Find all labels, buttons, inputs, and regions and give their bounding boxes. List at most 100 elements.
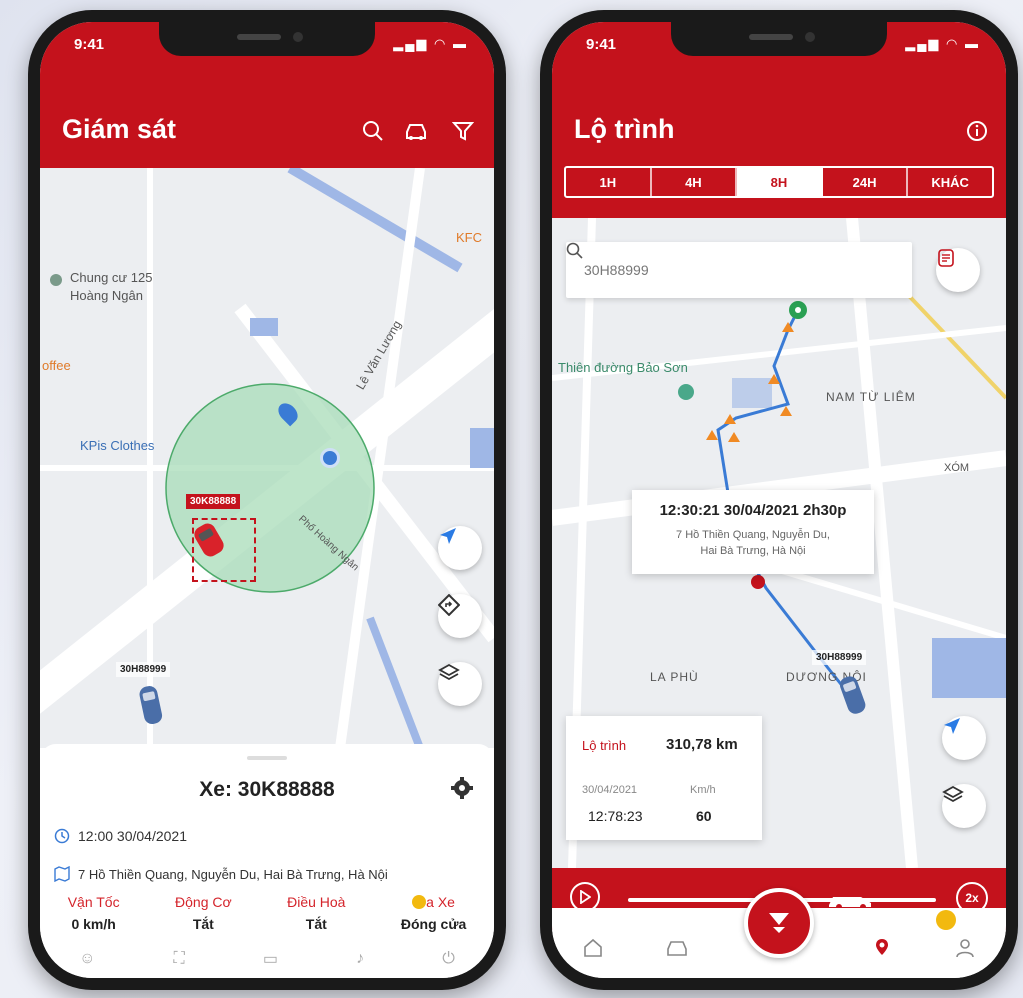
- tab-1h[interactable]: 1H: [566, 168, 652, 196]
- vehicles-icon[interactable]: [402, 116, 432, 146]
- filter-icon[interactable]: [448, 116, 478, 146]
- map-label-kpis-clothes: KPis Clothes: [80, 438, 155, 453]
- user-avatar-icon: [412, 895, 427, 909]
- search-value: 30H88999: [584, 262, 649, 278]
- navigation-arrow-icon: [944, 718, 960, 734]
- monitoring-screen: 9:41 ▂▄▆ ◠ ▬ Giám sát KFC Chung cư 125 H…: [40, 22, 494, 978]
- poi-marker-icon: [50, 274, 62, 286]
- signal-wifi-battery-icon: ▂▄▆ ◠ ▬: [393, 36, 468, 51]
- navigate-button[interactable]: [942, 716, 986, 760]
- tooltip-address-line-2: Hai Bà Trưng, Hà Nội: [700, 545, 806, 557]
- date-label: 30/04/2021: [582, 784, 638, 796]
- bottom-nav: ☺ ⛶ ▭ ♪ ⏻: [40, 940, 494, 978]
- map-label-xom: XÓM: [944, 462, 970, 474]
- route-label: Lộ trình: [582, 738, 627, 753]
- navigation-arrow-icon: [440, 528, 456, 544]
- search-icon[interactable]: [358, 116, 388, 146]
- nav-video-icon[interactable]: ▭: [263, 949, 278, 969]
- user-avatar-icon[interactable]: [936, 910, 956, 930]
- play-icon: [580, 890, 591, 904]
- route-point-tooltip: 12:30:21 30/04/2021 2h30p 7 Hồ Thiền Qua…: [632, 490, 874, 574]
- stat-label: Điều Hoà: [287, 894, 346, 910]
- directions-button[interactable]: [438, 594, 482, 638]
- map-label-chung-cu: Chung cư 125: [70, 270, 153, 285]
- stat-label: Vận Tốc: [67, 894, 120, 910]
- stat-value: Tắt: [192, 916, 214, 932]
- map-roads: [40, 168, 494, 748]
- settings-gear-icon[interactable]: [450, 776, 474, 805]
- route-map[interactable]: 30H88999 Thiên đường Bảo Sơn NAM TỪ LIÊM…: [552, 218, 1006, 868]
- route-distance: 310,78 km: [666, 736, 738, 753]
- nav-route-icon[interactable]: [871, 937, 893, 964]
- status-time: 9:41: [74, 36, 105, 53]
- nav-profile-icon[interactable]: [954, 937, 976, 964]
- time-value: 12:78:23: [588, 808, 643, 824]
- time-range-tabs: 1H 4H 8H 24H KHÁC: [564, 166, 994, 198]
- selected-vehicle-marker[interactable]: [192, 518, 256, 582]
- blue-car-icon[interactable]: [838, 672, 868, 720]
- map-label-thien-duong: Thiên đường Bảo Sơn: [558, 360, 688, 375]
- clock-icon: [54, 828, 70, 844]
- map-label-coffee: offee: [42, 358, 71, 373]
- stat-door: a Xe Đóng cửa: [401, 894, 466, 932]
- address-text: 7 Hồ Thiền Quang, Nguyễn Du, Hai Bà Trưn…: [78, 866, 388, 882]
- signal-wifi-battery-icon: ▂▄▆ ◠ ▬: [905, 36, 980, 51]
- vehicle-search-input[interactable]: 30H88999: [566, 242, 912, 298]
- datetime-row: 12:00 30/04/2021: [54, 828, 187, 844]
- stat-speed: Vận Tốc 0 km/h: [68, 894, 120, 932]
- logo-icon: [769, 913, 789, 933]
- center-action-button[interactable]: [744, 888, 814, 958]
- page-title: Lộ trình: [574, 114, 675, 144]
- report-button[interactable]: [936, 248, 980, 292]
- tooltip-address-line-1: 7 Hồ Thiền Quang, Nguyễn Du,: [676, 529, 830, 541]
- layers-icon: [438, 663, 460, 681]
- nav-camera-user-icon[interactable]: ⛶: [174, 950, 185, 968]
- phone-monitoring: 9:41 ▂▄▆ ◠ ▬ Giám sát KFC Chung cư 125 H…: [28, 10, 506, 990]
- stat-value: 0 km/h: [71, 916, 116, 932]
- stat-label: a Xe: [401, 894, 466, 910]
- map-label-kfc: KFC: [456, 230, 482, 245]
- info-icon[interactable]: [962, 116, 992, 146]
- map-label-hoang-ngan: Hoàng Ngân: [70, 288, 143, 303]
- phone-route: 9:41 ▂▄▆ ◠ ▬ Lộ trình 1H 4H 8H 24H KHÁC: [540, 10, 1018, 990]
- tab-8h[interactable]: 8H: [737, 168, 823, 196]
- vehicle-stats: Vận Tốc 0 km/h Động Cơ Tắt Điều Hoà Tắt …: [40, 894, 494, 932]
- layers-icon: [942, 785, 964, 803]
- monitoring-map[interactable]: KFC Chung cư 125 Hoàng Ngân offee Lê Văn…: [40, 168, 494, 748]
- vehicle-title: Xe: 30K88888: [199, 778, 335, 801]
- navigate-button[interactable]: [438, 526, 482, 570]
- selected-vehicle-plate: 30K88888: [186, 494, 241, 509]
- stat-engine: Động Cơ Tắt: [175, 894, 232, 932]
- layers-button[interactable]: [942, 784, 986, 828]
- page-title: Giám sát: [62, 114, 177, 144]
- search-icon: [566, 242, 583, 259]
- nav-vehicle-icon[interactable]: [665, 937, 689, 964]
- notch: [671, 22, 887, 56]
- speed-value: 60: [696, 808, 712, 824]
- drag-handle[interactable]: [247, 756, 287, 760]
- route-summary-card: Lộ trình 310,78 km 30/04/2021 Km/h 12:78…: [566, 716, 762, 840]
- nav-power-icon[interactable]: ⏻: [442, 950, 455, 968]
- address-row: 7 Hồ Thiền Quang, Nguyễn Du, Hai Bà Trưn…: [54, 866, 388, 882]
- other-vehicle-plate: 30H88999: [116, 662, 171, 677]
- tab-4h[interactable]: 4H: [652, 168, 738, 196]
- stat-value: Tắt: [305, 916, 327, 932]
- notch: [159, 22, 375, 56]
- tab-khac[interactable]: KHÁC: [908, 168, 992, 196]
- map-label-la-phu: LA PHÙ: [650, 670, 699, 684]
- tab-24h[interactable]: 24H: [823, 168, 909, 196]
- nav-mic-icon[interactable]: ♪: [356, 950, 364, 968]
- nav-home-icon[interactable]: [582, 937, 604, 964]
- directions-icon: [438, 594, 460, 616]
- status-time: 9:41: [586, 36, 617, 53]
- current-location-icon: [320, 448, 340, 468]
- red-car-icon: [194, 523, 224, 557]
- route-screen: 9:41 ▂▄▆ ◠ ▬ Lộ trình 1H 4H 8H 24H KHÁC: [552, 22, 1006, 978]
- blue-car-icon[interactable]: [136, 682, 166, 730]
- stat-ac: Điều Hoà Tắt: [287, 894, 345, 932]
- nav-monitor-icon[interactable]: ☺: [79, 950, 95, 968]
- route-vehicle-plate: 30H88999: [812, 650, 867, 665]
- map-icon: [54, 866, 70, 882]
- datetime-text: 12:00 30/04/2021: [78, 828, 187, 844]
- layers-button[interactable]: [438, 662, 482, 706]
